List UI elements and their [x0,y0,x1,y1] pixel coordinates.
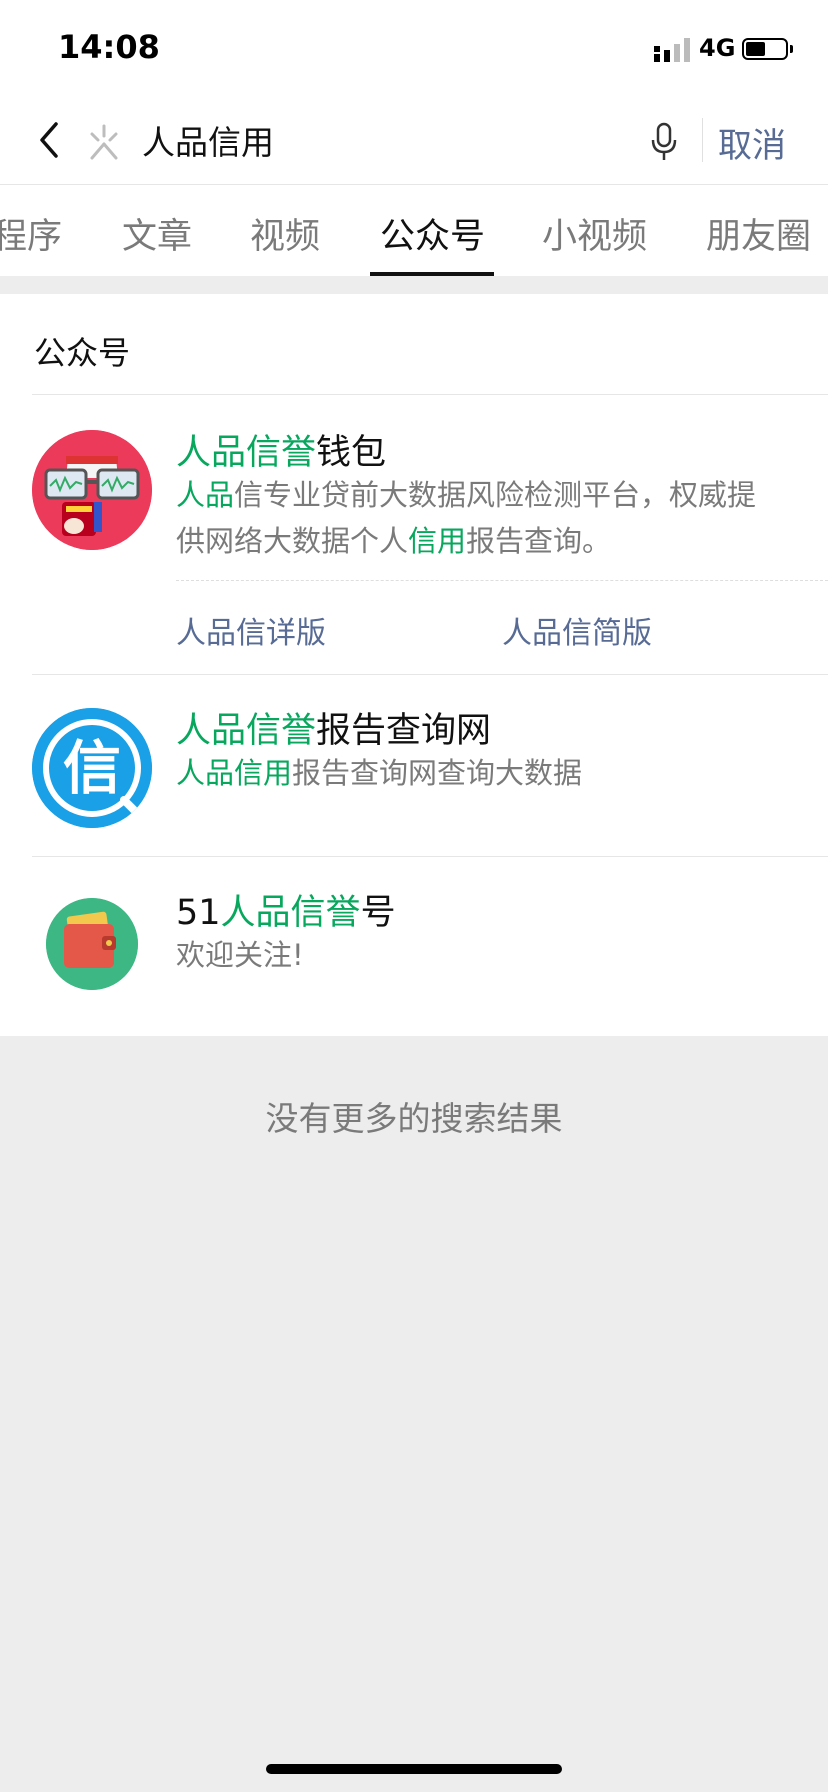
account-avatar: 信 [32,708,152,828]
result-description: 欢迎关注! [176,938,304,972]
tab-articles[interactable]: 文章 [122,208,192,259]
wallet-icon [46,898,138,990]
tab-short-videos[interactable]: 小视频 [542,208,647,259]
microphone-icon[interactable] [648,120,680,164]
title-text: 号 [360,893,396,933]
title-highlight: 人品信誉 [176,433,317,473]
link-simple-version[interactable]: 人品信简版 [502,608,652,652]
result-title: 人品信誉报告查询网 [176,702,491,753]
search-divider [702,118,703,162]
account-avatar [32,430,152,550]
home-indicator[interactable] [266,1764,562,1774]
wallet-mascot-icon [32,430,152,550]
tab-moments[interactable]: 朋友圈 [706,208,811,259]
status-time: 14:08 [58,28,160,66]
desc-highlight: 人品 [176,478,235,512]
desc-text: 供网络大数据个人 [176,524,409,558]
title-text: 51 [176,893,221,933]
desc-text: 报告查询。 [466,524,612,558]
results-card: 公众号 人品信誉钱包 人品信专业贷前大数据风险检测平台，权威提 供网络大数据个人信… [0,294,828,1036]
signal-icon [654,38,690,62]
avatar-char: 信 [62,734,121,802]
dashed-divider [176,580,828,581]
result-divider [32,856,828,857]
desc-text: 报告查询网查询大数据 [292,756,583,790]
active-tab-indicator [370,272,494,276]
tab-mini-program[interactable]: 程序 [0,208,62,259]
desc-highlight: 信用 [408,524,467,558]
header-divider [0,184,828,185]
result-description: 人品信用报告查询网查询大数据 [176,750,816,796]
title-highlight: 人品信誉 [176,711,317,751]
link-detailed-version[interactable]: 人品信详版 [176,608,326,652]
no-more-results-text: 没有更多的搜索结果 [265,1099,563,1138]
account-avatar [46,898,138,990]
search-input[interactable] [142,116,622,164]
network-type: 4G [699,34,736,62]
cancel-button[interactable]: 取消 [718,118,786,167]
result-description: 人品信专业贷前大数据风险检测平台，权威提供网络大数据个人信用报告查询。 [176,472,816,564]
title-highlight: 人品信誉 [220,893,361,933]
tab-official-accounts[interactable]: 公众号 [380,208,485,259]
title-text: 报告查询网 [316,711,492,751]
result-divider [32,674,828,675]
battery-tip [790,45,793,53]
section-divider [32,394,828,395]
desc-highlight: 人品信用 [176,756,293,790]
title-text: 钱包 [316,433,387,473]
back-icon[interactable] [32,118,68,162]
result-title: 51人品信誉号 [176,884,396,935]
desc-text: 信专业贷前大数据风险检测平台，权威提 [234,478,757,512]
battery-icon [742,38,788,60]
section-title: 公众号 [34,334,131,372]
tab-videos[interactable]: 视频 [250,208,320,259]
result-title: 人品信誉钱包 [176,424,386,475]
search-loading-icon [90,124,118,160]
